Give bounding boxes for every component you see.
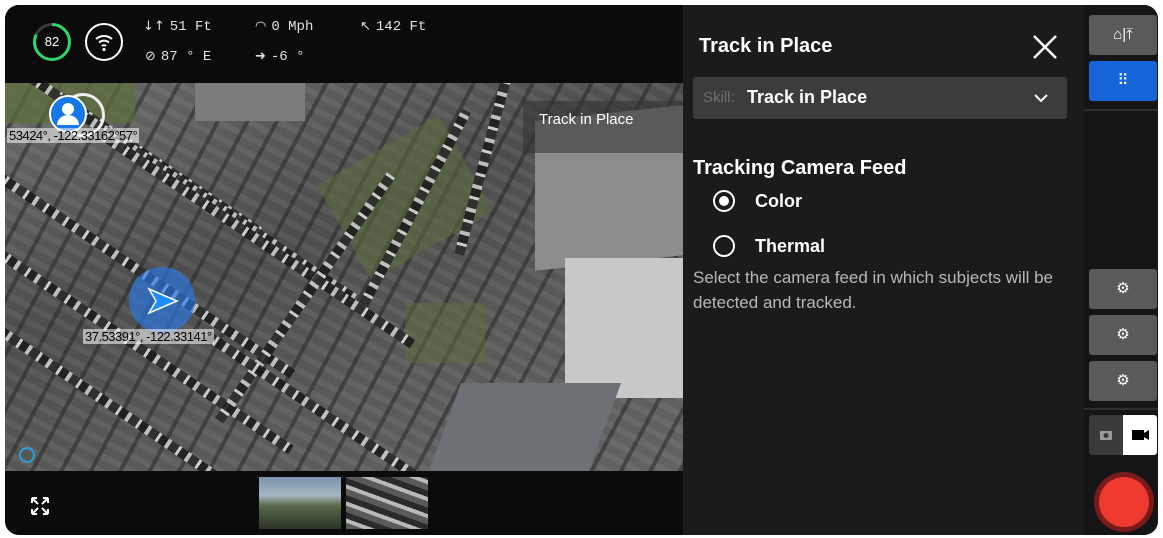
distance-icon: ↖ <box>360 19 371 34</box>
satellite-map[interactable]: Track in Place 53424°, -122.33162°57° 37… <box>5 83 683 471</box>
color-feed-thumbnail[interactable] <box>259 477 341 529</box>
option-label-thermal: Thermal <box>755 236 826 256</box>
drone-coordinates: 37.53391°, -122.33141° <box>83 329 214 344</box>
skill-dropdown[interactable]: Skill: Track in Place <box>693 77 1067 119</box>
home-upload-button[interactable]: ⌂|⤒ <box>1089 15 1157 55</box>
radio-color[interactable] <box>713 190 735 212</box>
chevron-down-icon <box>1034 94 1048 103</box>
record-button-inner <box>1099 477 1149 527</box>
gimbal-readout: ➜ -6 ° <box>255 49 305 65</box>
toolbar-divider <box>1084 408 1158 410</box>
panel-title: Track in Place <box>699 35 833 57</box>
radio-thermal[interactable] <box>713 235 735 257</box>
skill-selected-value: Track in Place <box>747 87 868 107</box>
record-button[interactable] <box>1094 472 1154 532</box>
heading-readout: ⊘ 87 ° E <box>145 49 211 65</box>
home-upload-icon: ⌂|⤒ <box>1113 26 1133 43</box>
telemetry-bar: 82 ↓↑ 51 Ft ◠ 0 Mph ↖ 142 Ft ⊘ 87 ° E ➜ -6 ° <box>5 5 683 83</box>
map-grass-area <box>405 303 485 363</box>
toolbar-divider <box>1084 109 1158 111</box>
settings-map-button[interactable]: ⚙ <box>1089 269 1157 309</box>
battery-percent: 82 <box>44 34 60 49</box>
camera-icon <box>1100 431 1112 440</box>
photo-mode-button[interactable] <box>1089 415 1123 455</box>
section-title: Tracking Camera Feed <box>693 157 907 179</box>
skill-panel: Track in Place Skill: Track in Place Tra… <box>683 5 1084 535</box>
wifi-icon <box>95 35 113 52</box>
heading-value: 87 ° E <box>160 49 212 65</box>
map-building <box>428 383 622 471</box>
gear-drone-icon: ⚙ <box>1116 326 1130 343</box>
map-building <box>195 83 305 121</box>
speed-readout: ◠ 0 Mph <box>255 19 313 35</box>
video-mode-button[interactable] <box>1123 415 1157 455</box>
settings-camera-button[interactable]: ⚙ <box>1089 361 1157 401</box>
compass-icon: ⊘ <box>145 49 156 64</box>
gimbal-value: -6 ° <box>270 49 305 65</box>
option-label-color: Color <box>755 191 802 211</box>
app-frame: 82 ↓↑ 51 Ft ◠ 0 Mph ↖ 142 Ft ⊘ 87 ° E ➜ -6 ° <box>5 5 1158 535</box>
drone-arrow-icon[interactable] <box>145 283 181 319</box>
altitude-readout: ↓↑ 51 Ft <box>143 19 212 35</box>
gear-camera-icon: ⚙ <box>1116 372 1130 389</box>
gear-map-icon: ⚙ <box>1116 280 1130 297</box>
map-building <box>565 258 683 398</box>
skills-grid-button[interactable]: ⠿ <box>1089 61 1157 101</box>
capture-mode-toggle <box>1089 415 1157 455</box>
map-track-label: Track in Place <box>539 111 634 128</box>
thermal-feed-thumbnail[interactable] <box>346 477 428 529</box>
gimbal-icon: ➜ <box>255 49 266 64</box>
video-icon <box>1132 430 1149 440</box>
distance-readout: ↖ 142 Ft <box>360 19 426 35</box>
altitude-value: 51 Ft <box>169 19 212 35</box>
bottom-bar <box>5 471 683 535</box>
map-grass-area <box>316 115 494 281</box>
skill-prefix-label: Skill: <box>703 89 735 106</box>
map-compass-icon[interactable] <box>19 447 35 463</box>
settings-flight-button[interactable]: ⚙ <box>1089 315 1157 355</box>
user-coordinates: 53424°, -122.33162°57° <box>7 128 140 143</box>
wifi-status-button[interactable] <box>85 23 123 61</box>
speed-value: 0 Mph <box>271 19 314 35</box>
side-toolbar: ⌂|⤒ ⠿ ⚙ ⚙ ⚙ <box>1084 5 1158 535</box>
speed-icon: ◠ <box>255 19 267 34</box>
person-icon <box>57 103 79 125</box>
altitude-icon: ↓↑ <box>143 19 165 34</box>
fullscreen-icon[interactable] <box>29 495 51 517</box>
distance-value: 142 Ft <box>375 19 427 35</box>
close-icon[interactable] <box>1029 31 1061 63</box>
battery-indicator[interactable]: 82 <box>33 23 71 61</box>
grid-icon: ⠿ <box>1117 72 1129 89</box>
option-description: Select the camera feed in which subjects… <box>693 268 1054 312</box>
